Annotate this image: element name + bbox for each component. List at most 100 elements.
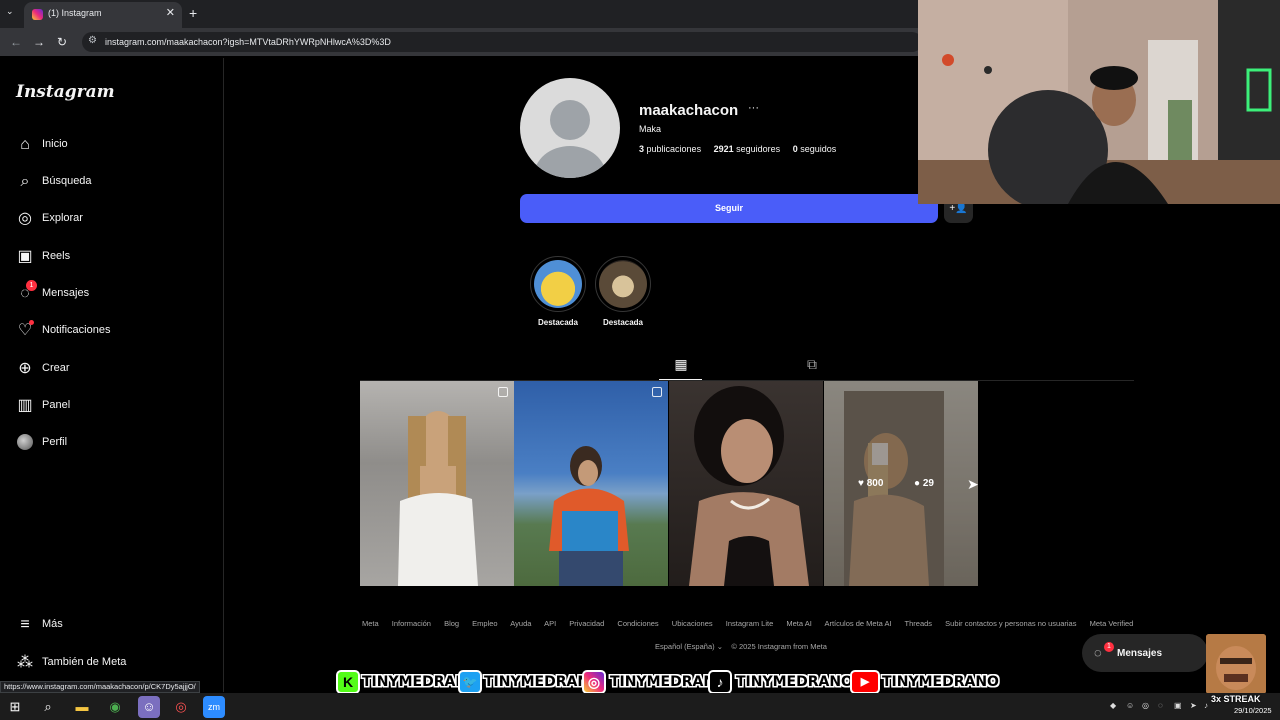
sidebar-item-label: Panel: [42, 399, 71, 411]
sidebar-item-label: Búsqueda: [42, 175, 92, 187]
site-info-icon[interactable]: ⚙: [88, 35, 97, 46]
sidebar-item-perfil[interactable]: Perfil: [16, 432, 216, 456]
url-field[interactable]: ⚙ instagram.com/maakachacon?igsh=MTVtaDR…: [82, 32, 922, 52]
grid-icon[interactable]: ▦: [673, 356, 689, 372]
sidebar-item-busqueda[interactable]: ⌕ Búsqueda: [16, 171, 216, 195]
messages-float-button[interactable]: ◌ 1 Mensajes: [1082, 634, 1208, 672]
search-icon[interactable]: ⌕: [37, 696, 59, 718]
copyright-text: © 2025 Instagram from Meta: [731, 642, 827, 651]
footer-link[interactable]: Subir contactos y personas no usuarias: [945, 619, 1076, 628]
tray-zoom-icon[interactable]: ▣: [1174, 701, 1182, 710]
avatar-placeholder-body: [534, 146, 606, 178]
sidebar-item-explorar[interactable]: ◎ Explorar: [16, 208, 216, 232]
footer-link[interactable]: Privacidad: [569, 619, 604, 628]
sidebar-item-notificaciones[interactable]: ♡ Notificaciones: [16, 320, 216, 344]
instagram-logo[interactable]: Instagram: [16, 82, 115, 102]
tray-steam-icon[interactable]: ◌: [1158, 701, 1163, 710]
tab-list-chevron-icon[interactable]: ⌄: [6, 6, 14, 17]
sidebar-item-tambien-de-meta[interactable]: ⁂ También de Meta: [16, 652, 216, 676]
zoom-icon[interactable]: zm: [203, 696, 225, 718]
posts-stat: 3 publicaciones: [639, 144, 702, 154]
footer-link[interactable]: Condiciones: [617, 619, 658, 628]
post-thumbnail[interactable]: [514, 381, 668, 586]
footer-link[interactable]: Ayuda: [510, 619, 531, 628]
avatar-placeholder-head: [550, 100, 590, 140]
sidebar-item-mas[interactable]: ≡ Más: [16, 614, 216, 638]
instagram-icon: ◎: [582, 670, 606, 694]
sidebar-item-crear[interactable]: ⊕ Crear: [16, 358, 216, 382]
post-thumbnail[interactable]: [360, 381, 514, 586]
kick-icon: K: [336, 670, 360, 694]
highlight-item[interactable]: Destacada: [530, 256, 586, 327]
taskbar-date[interactable]: 29/10/2025: [1234, 706, 1272, 715]
windows-start-icon[interactable]: ⊞: [4, 696, 26, 718]
highlight-item[interactable]: Destacada: [595, 256, 651, 327]
follow-button[interactable]: Seguir: [520, 194, 938, 223]
footer-link[interactable]: Empleo: [472, 619, 497, 628]
sidebar-item-label: Notificaciones: [42, 324, 111, 336]
footer-link[interactable]: Meta Verified: [1090, 619, 1134, 628]
chrome-icon[interactable]: ◉: [104, 696, 126, 718]
file-explorer-icon[interactable]: ▬: [71, 696, 93, 718]
active-tab-indicator: [659, 379, 702, 380]
tray-volume-icon[interactable]: ♪: [1204, 701, 1208, 710]
tiktok-icon: ♪: [708, 670, 732, 694]
sidebar-item-inicio[interactable]: ⌂ Inicio: [16, 134, 216, 158]
footer-link[interactable]: Artículos de Meta AI: [824, 619, 891, 628]
footer-link[interactable]: Meta: [362, 619, 379, 628]
footer-link[interactable]: Meta AI: [786, 619, 811, 628]
footer-link[interactable]: Ubicaciones: [672, 619, 713, 628]
footer-bottom: Español (España) ⌄ © 2025 Instagram from…: [655, 642, 827, 651]
post-hover-overlay: [824, 381, 978, 586]
messenger-icon: ◌: [1094, 645, 1102, 660]
windows-taskbar: ⊞ ⌕ ▬ ◉ ☺ ◎ zm ◆ ☺ ◎ ◌ ▣ ➤ ♪ 29/10/2025: [0, 693, 1280, 720]
language-select[interactable]: Español (España) ⌄: [655, 642, 723, 651]
meme-face: [1206, 634, 1266, 694]
sidebar-item-label: Perfil: [42, 436, 68, 448]
tray-obs-icon[interactable]: ◎: [1142, 701, 1149, 710]
sidebar-item-panel[interactable]: ▥ Panel: [16, 395, 216, 419]
highlight-label: Destacada: [537, 318, 579, 327]
sidebar-item-reels[interactable]: ▣ Reels: [16, 246, 216, 270]
footer-link[interactable]: Información: [392, 619, 431, 628]
tray-nvidia-icon[interactable]: ◆: [1110, 701, 1116, 710]
home-icon: ⌂: [20, 136, 30, 153]
compass-icon: ◎: [18, 210, 32, 227]
tray-discord-icon[interactable]: ☺: [1126, 701, 1134, 710]
handle-text: TINYMEDRANO: [882, 674, 999, 690]
reload-icon[interactable]: ↻: [57, 35, 67, 49]
footer-link[interactable]: API: [544, 619, 556, 628]
tagged-icon[interactable]: ⧉: [804, 356, 820, 372]
forward-arrow-icon[interactable]: →: [33, 35, 45, 49]
footer-link[interactable]: Threads: [905, 619, 933, 628]
obs-icon[interactable]: ◎: [170, 696, 192, 718]
footer-links: Meta Información Blog Empleo Ayuda API P…: [362, 619, 1144, 628]
highlight-cover: [534, 260, 582, 308]
streak-badge: 3x STREAK: [1211, 694, 1261, 704]
instagram-favicon-icon: [32, 9, 43, 20]
post-thumbnail[interactable]: ♥ 800 ● 29: [824, 381, 978, 586]
tab-close-icon[interactable]: ✕: [166, 6, 175, 19]
profile-avatar[interactable]: [520, 78, 620, 178]
sidebar-item-label: Más: [42, 618, 63, 630]
profile-username: maakachacon: [639, 102, 739, 119]
mouse-cursor-icon: ➤: [967, 476, 979, 492]
sidebar-item-label: Inicio: [42, 138, 68, 150]
twitter-icon: 🐦: [458, 670, 482, 694]
highlight-label: Destacada: [602, 318, 644, 327]
tray-telegram-icon[interactable]: ➤: [1190, 701, 1197, 710]
back-arrow-icon[interactable]: ←: [10, 35, 22, 49]
webcam-overlay: [918, 0, 1280, 204]
more-options-icon[interactable]: ···: [748, 102, 759, 114]
new-tab-button[interactable]: +: [189, 5, 197, 21]
footer-link[interactable]: Blog: [444, 619, 459, 628]
discord-icon[interactable]: ☺: [138, 696, 160, 718]
sidebar-item-mensajes[interactable]: ◌ 1 Mensajes: [16, 280, 216, 307]
browser-tab[interactable]: (1) Instagram ✕: [24, 2, 182, 28]
followers-stat[interactable]: 2921 seguidores: [714, 144, 781, 154]
profile-stats: 3 publicaciones 2921 seguidores 0 seguid…: [639, 144, 836, 154]
following-stat[interactable]: 0 seguidos: [793, 144, 837, 154]
profile-full-name: Maka: [639, 124, 662, 134]
post-thumbnail[interactable]: [669, 381, 823, 586]
footer-link[interactable]: Instagram Lite: [726, 619, 774, 628]
